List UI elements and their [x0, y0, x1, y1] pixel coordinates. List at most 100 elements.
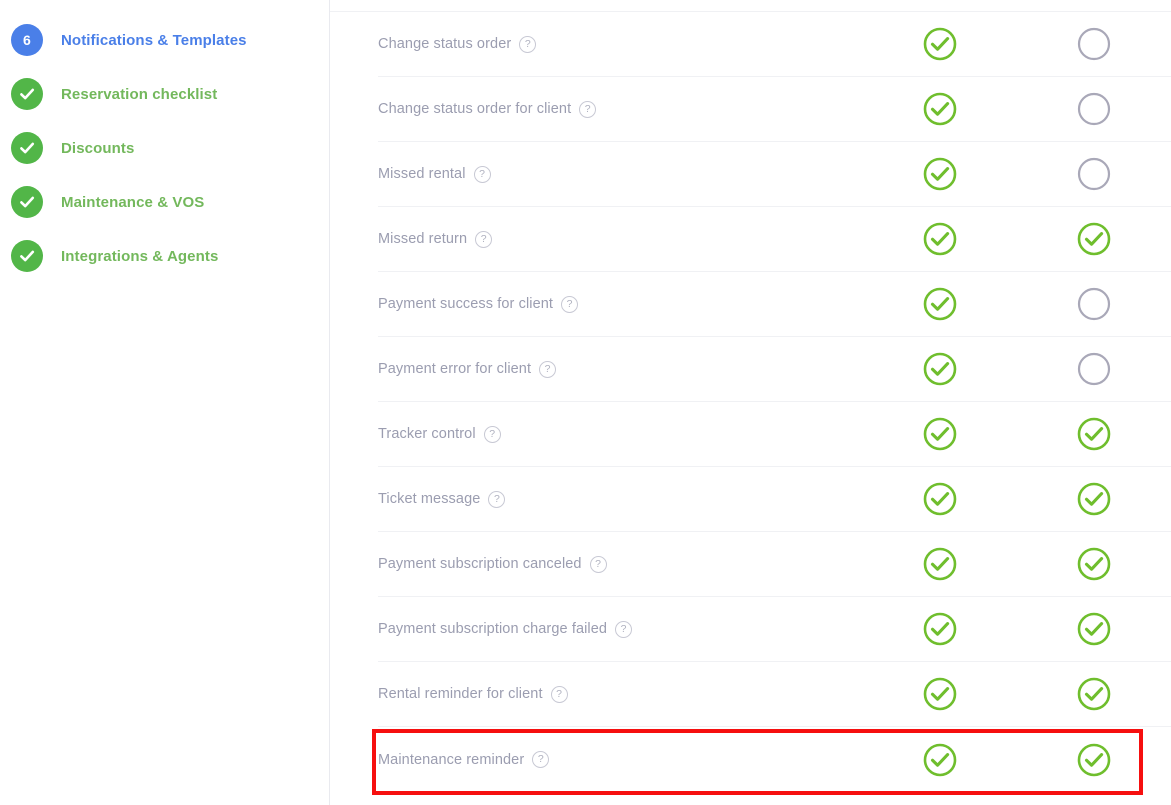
toggle-cell-1[interactable] [863, 742, 1017, 778]
sidebar-complete-badge [11, 240, 43, 272]
toggle-cell-1[interactable] [863, 481, 1017, 517]
toggle-cell-1[interactable] [863, 221, 1017, 257]
row-label: Payment subscription canceled [378, 556, 582, 572]
toggle-cell-2[interactable] [1017, 481, 1171, 517]
page-root: 6 Notifications & Templates Reservation ch… [0, 0, 1171, 805]
row-label: Payment error for client [378, 361, 532, 377]
check-circle-on-icon[interactable] [922, 221, 958, 257]
sidebar-item-4[interactable]: Integrations & Agents [0, 229, 329, 283]
sidebar-item-2[interactable]: Discounts [0, 121, 329, 175]
toggle-cell-2[interactable] [1017, 676, 1171, 712]
circle-off-icon[interactable] [1076, 26, 1112, 62]
check-icon [20, 196, 35, 208]
sidebar-step-badge: 6 [11, 24, 43, 56]
toggle-cell-1[interactable] [863, 26, 1017, 62]
check-circle-on-icon[interactable] [1076, 546, 1112, 582]
circle-off-icon[interactable] [1076, 156, 1112, 192]
toggle-cell-1[interactable] [863, 416, 1017, 452]
toggle-cell-1[interactable] [863, 91, 1017, 127]
help-icon[interactable]: ? [519, 35, 537, 53]
row-label-cell: Change status order for client? [378, 100, 863, 118]
row-label-cell: Missed rental? [378, 165, 863, 183]
sidebar-item-1[interactable]: Reservation checklist [0, 67, 329, 121]
check-circle-on-icon[interactable] [922, 286, 958, 322]
row-label: Maintenance reminder [378, 751, 525, 768]
sidebar-item-label: Reservation checklist [61, 85, 218, 103]
table-row: Tracker control? [378, 402, 1171, 467]
check-circle-on-icon[interactable] [922, 91, 958, 127]
check-circle-on-icon[interactable] [922, 416, 958, 452]
sidebar: 6 Notifications & Templates Reservation ch… [0, 0, 330, 805]
check-circle-on-icon[interactable] [922, 481, 958, 517]
sidebar-step-number: 6 [23, 32, 31, 48]
check-circle-on-icon[interactable] [922, 742, 958, 778]
notifications-table: Change status order? Change status order … [330, 12, 1171, 792]
toggle-cell-1[interactable] [863, 351, 1017, 387]
circle-off-icon[interactable] [1076, 286, 1112, 322]
help-icon[interactable]: ? [532, 751, 550, 768]
check-circle-on-icon[interactable] [922, 611, 958, 647]
toggle-cell-1[interactable] [863, 156, 1017, 192]
check-circle-on-icon[interactable] [1076, 676, 1112, 712]
toggle-cell-2[interactable] [1017, 286, 1171, 322]
check-circle-on-icon[interactable] [1076, 611, 1112, 647]
help-icon[interactable]: ? [475, 230, 493, 248]
help-icon[interactable]: ? [550, 685, 568, 703]
sidebar-item-3[interactable]: Maintenance & VOS [0, 175, 329, 229]
row-label-cell: Maintenance reminder? [378, 751, 863, 768]
help-icon[interactable]: ? [561, 295, 579, 313]
toggle-cell-1[interactable] [863, 676, 1017, 712]
check-circle-on-icon[interactable] [1076, 416, 1112, 452]
circle-off-icon[interactable] [1076, 351, 1112, 387]
toggle-cell-2[interactable] [1017, 26, 1171, 62]
table-row: Change status order? [378, 12, 1171, 77]
row-label-cell: Payment subscription charge failed? [378, 620, 863, 638]
toggle-cell-2[interactable] [1017, 221, 1171, 257]
table-row: Ticket message? [378, 467, 1171, 532]
check-circle-on-icon[interactable] [922, 546, 958, 582]
table-row: Payment subscription canceled? [378, 532, 1171, 597]
check-circle-on-icon[interactable] [1076, 221, 1112, 257]
toggle-cell-1[interactable] [863, 286, 1017, 322]
sidebar-item-label: Maintenance & VOS [61, 193, 205, 211]
sidebar-item-0[interactable]: 6 Notifications & Templates [0, 13, 329, 67]
help-icon[interactable]: ? [473, 165, 491, 183]
row-label-cell: Tracker control? [378, 425, 863, 443]
toggle-cell-2[interactable] [1017, 546, 1171, 582]
help-icon[interactable]: ? [589, 555, 607, 573]
help-icon[interactable]: ? [488, 490, 506, 508]
check-circle-on-icon[interactable] [922, 351, 958, 387]
sidebar-item-label: Notifications & Templates [61, 31, 247, 49]
check-circle-on-icon[interactable] [1076, 742, 1112, 778]
check-circle-on-icon[interactable] [922, 676, 958, 712]
help-icon[interactable]: ? [483, 425, 501, 443]
toggle-cell-2[interactable] [1017, 91, 1171, 127]
sidebar-item-label: Discounts [61, 139, 135, 157]
toggle-cell-1[interactable] [863, 611, 1017, 647]
toggle-cell-1[interactable] [863, 546, 1017, 582]
circle-off-icon[interactable] [1076, 91, 1112, 127]
toggle-cell-2[interactable] [1017, 416, 1171, 452]
toggle-cell-2[interactable] [1017, 156, 1171, 192]
row-label-cell: Change status order? [378, 35, 863, 53]
toggle-cell-2[interactable] [1017, 742, 1171, 778]
check-circle-on-icon[interactable] [1076, 481, 1112, 517]
table-row: Missed rental? [378, 142, 1171, 207]
help-icon[interactable]: ? [539, 360, 557, 378]
sidebar-complete-badge [11, 132, 43, 164]
table-row: Rental reminder for client? [378, 662, 1171, 727]
check-circle-on-icon[interactable] [922, 26, 958, 62]
help-icon[interactable]: ? [615, 620, 633, 638]
row-label: Ticket message [378, 491, 481, 507]
sidebar-item-label: Integrations & Agents [61, 247, 219, 265]
table-row: Maintenance reminder? [378, 727, 1171, 792]
toggle-cell-2[interactable] [1017, 351, 1171, 387]
table-row: Missed return? [378, 207, 1171, 272]
row-label: Missed rental [378, 166, 466, 182]
row-label-cell: Missed return? [378, 230, 863, 248]
help-icon[interactable]: ? [579, 100, 597, 118]
row-label-cell: Ticket message? [378, 490, 863, 508]
toggle-cell-2[interactable] [1017, 611, 1171, 647]
check-circle-on-icon[interactable] [922, 156, 958, 192]
table-row: Payment success for client? [378, 272, 1171, 337]
